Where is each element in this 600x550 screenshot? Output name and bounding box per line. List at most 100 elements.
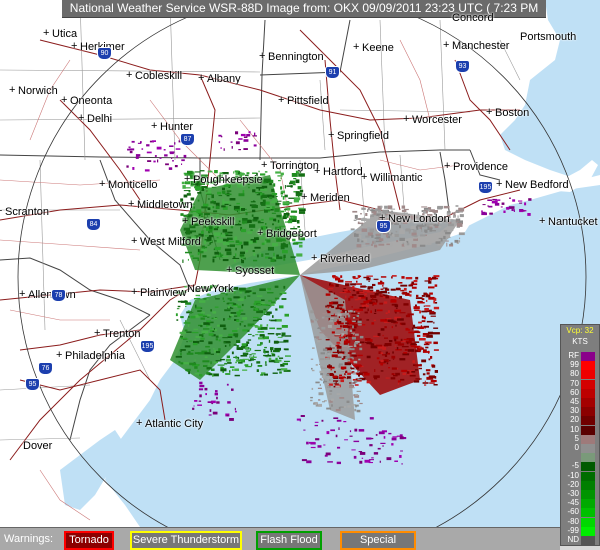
inbound-velocity-return	[179, 331, 187, 334]
neutral-velocity-return	[357, 400, 360, 402]
city-label-new-bedford: New Bedford	[496, 178, 569, 191]
outbound-velocity-return	[327, 365, 332, 368]
outbound-velocity-return	[391, 326, 393, 329]
inbound-velocity-return	[234, 236, 238, 241]
neutral-velocity-return	[340, 354, 343, 357]
range-folded-return	[193, 405, 195, 407]
inbound-velocity-return	[252, 325, 258, 327]
range-folded-return	[240, 133, 246, 137]
inbound-velocity-return	[214, 296, 216, 298]
inbound-velocity-return	[282, 215, 289, 218]
inbound-velocity-return	[210, 329, 213, 333]
warning-tornado[interactable]: Tornado	[64, 531, 114, 550]
outbound-velocity-return	[347, 376, 351, 379]
inbound-velocity-return	[192, 257, 199, 259]
inbound-velocity-return	[180, 338, 187, 340]
outbound-velocity-return	[355, 283, 362, 285]
neutral-velocity-return	[317, 327, 320, 329]
inbound-velocity-return	[271, 301, 276, 304]
warning-tornado-label: Tornado	[69, 534, 109, 546]
inbound-velocity-return	[248, 333, 252, 335]
inbound-velocity-return	[224, 203, 229, 205]
neutral-velocity-return	[327, 383, 330, 386]
inbound-velocity-return	[213, 328, 215, 330]
neutral-velocity-return	[315, 364, 318, 366]
range-folded-return	[243, 136, 248, 138]
outbound-velocity-return	[356, 366, 359, 370]
outbound-velocity-return	[335, 284, 339, 287]
inbound-velocity-return	[212, 373, 214, 377]
outbound-velocity-return	[426, 372, 430, 375]
inbound-velocity-return	[260, 188, 267, 191]
outbound-velocity-return	[394, 338, 397, 342]
radar-map	[0, 0, 600, 527]
neutral-velocity-return	[361, 245, 366, 247]
range-folded-return	[488, 205, 493, 208]
outbound-velocity-return	[418, 321, 422, 324]
neutral-velocity-return	[349, 329, 353, 332]
neutral-velocity-return	[349, 385, 354, 389]
range-folded-return	[220, 147, 222, 149]
neutral-velocity-return	[368, 208, 371, 210]
outbound-velocity-return	[399, 295, 402, 299]
range-folded-return	[326, 431, 330, 435]
inbound-velocity-return	[207, 207, 211, 210]
inbound-velocity-return	[224, 309, 231, 312]
outbound-velocity-return	[414, 341, 420, 343]
inbound-velocity-return	[233, 344, 237, 346]
outbound-velocity-return	[337, 346, 342, 349]
inbound-velocity-return	[230, 312, 237, 314]
outbound-velocity-return	[433, 349, 439, 351]
outbound-velocity-return	[430, 356, 433, 359]
inbound-velocity-return	[229, 344, 231, 347]
range-folded-return	[141, 148, 144, 150]
inbound-velocity-return	[226, 251, 232, 256]
neutral-velocity-return	[321, 326, 326, 330]
neutral-velocity-return	[320, 358, 325, 361]
inbound-velocity-return	[190, 315, 196, 319]
inbound-velocity-return	[195, 336, 202, 338]
neutral-velocity-return	[326, 353, 328, 356]
outbound-velocity-return	[415, 369, 419, 371]
outbound-velocity-return	[412, 324, 416, 328]
city-label-keene: Keene	[353, 41, 394, 54]
inbound-velocity-return	[263, 349, 266, 352]
outbound-velocity-return	[340, 379, 344, 383]
warning-flash-flood[interactable]: Flash Flood	[256, 531, 322, 550]
inbound-velocity-return	[194, 298, 201, 300]
range-folded-return	[216, 401, 220, 404]
inbound-velocity-return	[248, 186, 250, 189]
outbound-velocity-return	[429, 292, 433, 295]
outbound-velocity-return	[350, 283, 356, 286]
outbound-velocity-return	[368, 280, 370, 282]
neutral-velocity-return	[338, 364, 341, 368]
inbound-velocity-return	[290, 216, 292, 220]
outbound-velocity-return	[408, 331, 415, 334]
legend-swatch	[581, 536, 595, 545]
neutral-velocity-return	[384, 205, 388, 209]
warning-severe-thunderstorm[interactable]: Severe Thunderstorm	[130, 531, 242, 550]
outbound-velocity-return	[391, 367, 397, 370]
inbound-velocity-return	[219, 324, 226, 328]
inbound-velocity-return	[275, 357, 278, 361]
inbound-velocity-return	[256, 369, 259, 372]
neutral-velocity-return	[380, 205, 383, 208]
inbound-velocity-return	[265, 223, 267, 225]
inbound-velocity-return	[261, 218, 264, 221]
neutral-velocity-return	[356, 409, 361, 413]
inbound-velocity-return	[193, 213, 197, 214]
neutral-velocity-return	[445, 232, 451, 235]
inbound-velocity-return	[276, 256, 283, 260]
range-folded-return	[524, 202, 527, 206]
neutral-velocity-return	[365, 243, 370, 245]
range-folded-return	[226, 383, 229, 386]
inbound-velocity-return	[242, 343, 248, 345]
inbound-velocity-return	[218, 246, 222, 249]
inbound-velocity-return	[241, 259, 244, 264]
outbound-velocity-return	[426, 320, 433, 323]
outbound-velocity-return	[342, 325, 349, 328]
neutral-velocity-return	[401, 205, 406, 209]
inbound-velocity-return	[267, 287, 272, 291]
warning-special-marine[interactable]: Special Marine	[340, 531, 416, 550]
inbound-velocity-return	[261, 185, 268, 189]
